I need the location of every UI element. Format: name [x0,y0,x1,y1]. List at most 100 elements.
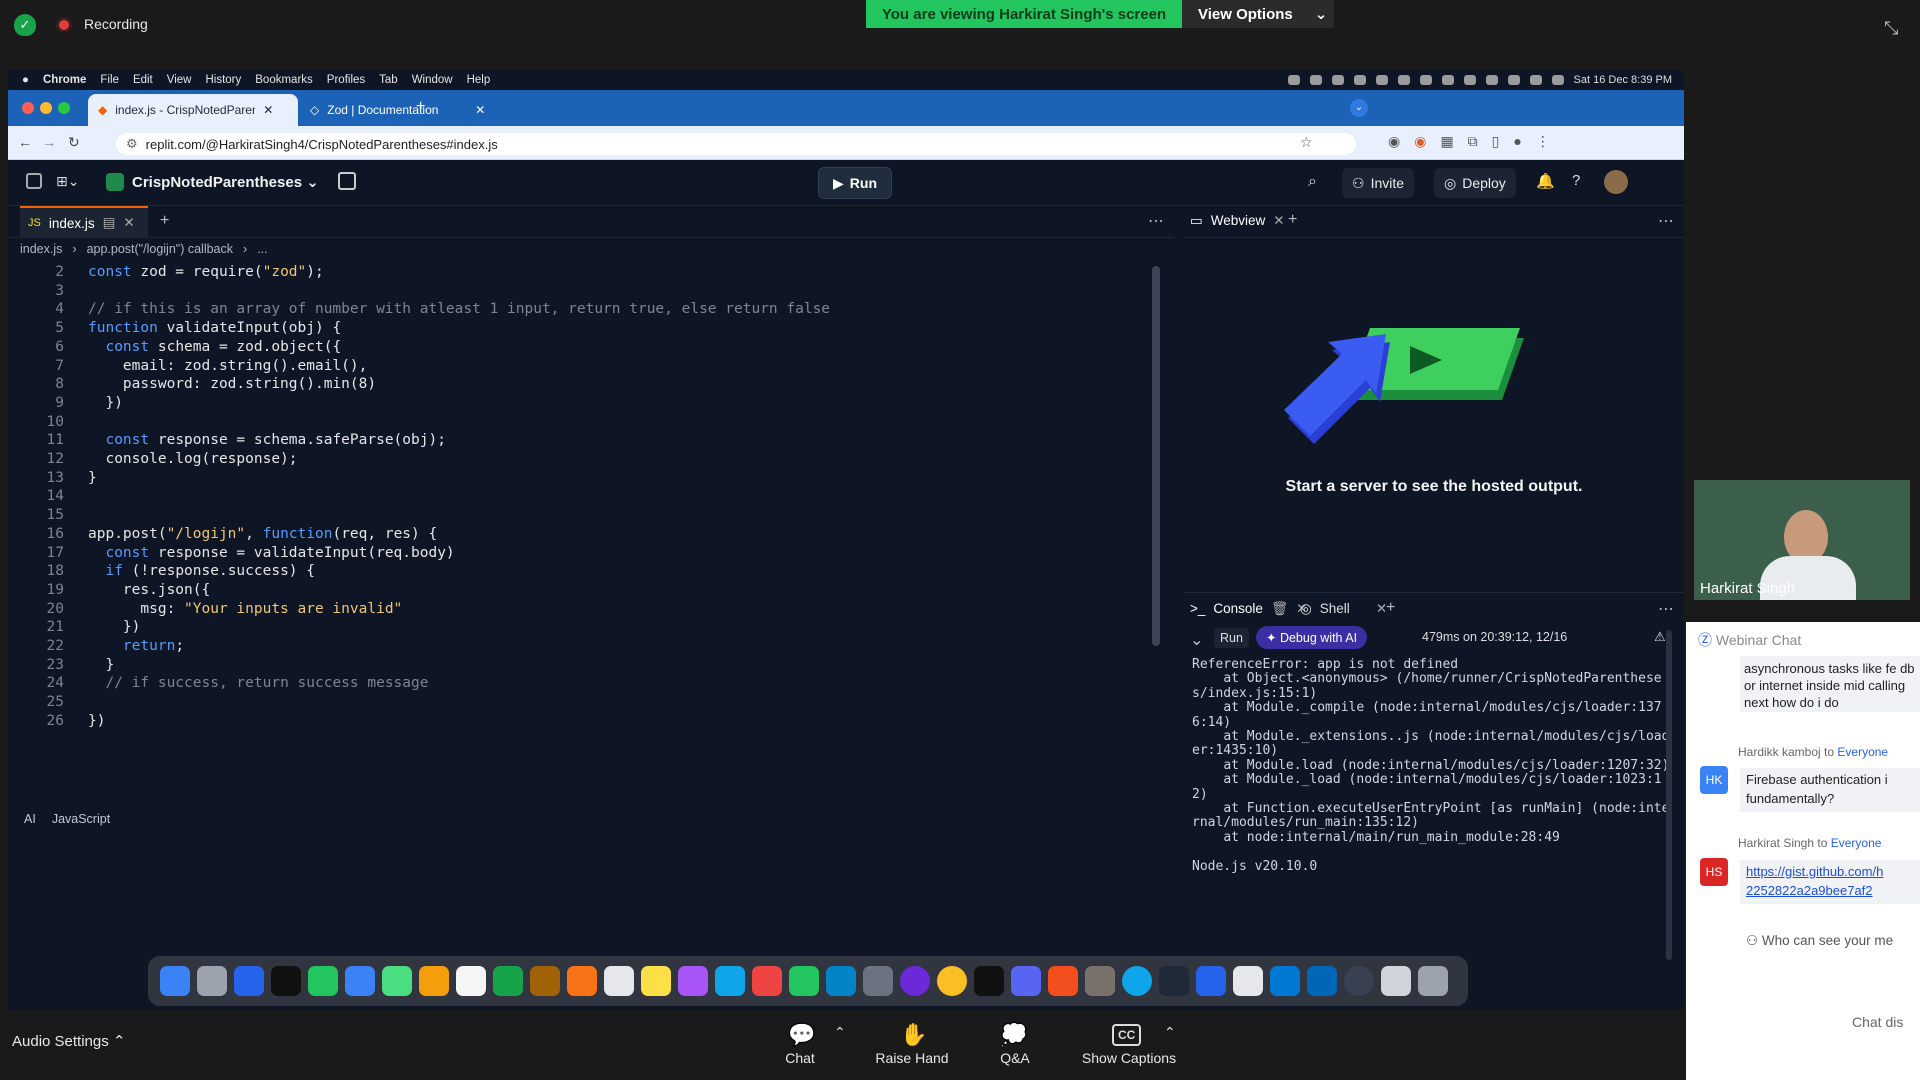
code-line[interactable]: function validateInput(obj) { [88,320,341,336]
launchpad-icon[interactable] [197,966,227,996]
status-icon[interactable] [1441,75,1454,85]
address-bar[interactable]: ⚙ replit.com/@HarkiratSingh4/CrispNotedP… [116,133,1356,155]
ai-status[interactable]: AI [24,812,36,826]
trash-icon[interactable] [1418,966,1448,996]
code-line[interactable]: msg: "Your inputs are invalid" [88,601,402,617]
music-icon[interactable] [752,966,782,996]
discord-icon[interactable] [1011,966,1041,996]
browser-tab-zod[interactable]: ◇ Zod | Documentation ✕ [300,94,500,126]
deploy-button[interactable]: ◎ Deploy [1434,168,1516,198]
console-scrollbar[interactable] [1666,630,1672,960]
app-store-icon[interactable] [826,966,856,996]
audio-settings-button[interactable]: Audio Settings ⌃ [12,1032,125,1050]
raise-hand-icon[interactable]: ✋ [900,1022,927,1048]
status-icon[interactable] [1419,75,1432,85]
new-pane-tab-icon[interactable]: + [1386,599,1395,617]
chevron-up-icon[interactable]: ⌃ [834,1024,846,1041]
back-icon[interactable]: ← [18,134,32,150]
settings-icon[interactable] [863,966,893,996]
photos-icon[interactable] [419,966,449,996]
chevron-up-icon[interactable]: ⌃ [1164,1024,1176,1041]
editor-scrollbar[interactable] [1152,266,1160,646]
sidebar-icon[interactable]: ▯ [1492,133,1500,150]
browser-tab-replit[interactable]: ◆ index.js - CrispNotedParenth ✕ [88,94,298,126]
chat-visibility[interactable]: ⚇ Who can see your me [1746,933,1893,949]
help-icon[interactable]: ? [1572,172,1580,189]
apple-tv-icon[interactable] [271,966,301,996]
close-tab-icon[interactable]: ✕ [475,103,485,117]
more-options-icon[interactable]: ⋯ [1658,211,1674,231]
status-icon[interactable] [1309,75,1322,85]
code-line[interactable]: const schema = zod.object({ [88,339,341,355]
captions-icon[interactable]: CC [1112,1024,1142,1046]
menu-item[interactable]: History [205,74,241,86]
status-icon[interactable] [1463,75,1476,85]
activity-icon[interactable] [1344,966,1374,996]
new-editor-tab-icon[interactable]: + [160,212,169,230]
code-line[interactable]: console.log(response); [88,451,297,467]
preview-icon[interactable] [1233,966,1263,996]
finder-icon[interactable] [160,966,190,996]
file-tab-index-js[interactable]: JS index.js ▤ ✕ [20,206,148,238]
profile-avatar[interactable]: ● [1513,133,1521,150]
qa-icon[interactable]: 💭 [1000,1022,1027,1048]
exit-fullscreen-icon[interactable]: ⤡ [1884,18,1898,39]
code-line[interactable]: // if success, return success message [88,675,428,691]
apple-icon[interactable]: ● [22,74,29,86]
code-line[interactable]: // if this is an array of number with at… [88,301,830,317]
chat-link[interactable]: https://gist.github.com/h 2252822a2a9bee… [1740,860,1920,904]
invite-button[interactable]: ⚇ Invite [1342,168,1415,198]
warning-icon[interactable]: ⚠ [1654,629,1666,645]
new-tab-icon[interactable]: + [416,98,425,116]
debug-with-ai-button[interactable]: ✦ Debug with AI [1256,626,1368,649]
breadcrumb-item[interactable]: ... [257,242,267,256]
telegram-icon[interactable] [1122,966,1152,996]
app-icon[interactable] [1085,966,1115,996]
breadcrumb-item[interactable]: app.post("/logijn") callback [87,242,233,256]
extension-icon[interactable]: ◉ [1414,133,1426,150]
tab-shell[interactable]: ◎ Shell ✕ [1300,601,1387,617]
status-icon[interactable] [1375,75,1388,85]
menu-clock[interactable]: Sat 16 Dec 8:39 PM [1574,74,1672,86]
code-line[interactable]: } [88,657,114,673]
menu-item[interactable]: Tab [379,74,398,86]
azure-icon[interactable] [1270,966,1300,996]
bookmark-star-icon[interactable]: ☆ [1300,134,1313,151]
code-line[interactable]: app.post("/logijn", function(req, res) { [88,526,437,542]
code-line[interactable]: } [88,470,97,486]
status-icon[interactable] [1397,75,1410,85]
extension-icon[interactable]: ◉ [1388,133,1400,150]
pages-icon[interactable] [567,966,597,996]
code-line[interactable]: res.json({ [88,582,210,598]
minimize-window-icon[interactable] [40,102,52,114]
menu-item[interactable]: View [167,74,192,86]
facetime-icon[interactable] [493,966,523,996]
code-line[interactable]: }) [88,713,105,729]
chrome-menu-icon[interactable]: ⋮ [1536,133,1550,150]
downloads-icon[interactable] [1381,966,1411,996]
spaces-icon[interactable]: ⊞⌄ [56,173,79,190]
more-options-icon[interactable]: ⋯ [1148,211,1164,231]
menu-item[interactable]: Chrome [43,74,86,86]
status-icon[interactable] [1485,75,1498,85]
podcasts-icon[interactable] [678,966,708,996]
menu-item[interactable]: File [100,74,119,86]
status-icon[interactable] [1331,75,1344,85]
search-icon[interactable]: ⌕ [1308,173,1317,191]
console-run-button[interactable]: Run [1214,628,1249,648]
code-line[interactable]: const zod = require("zod"); [88,264,324,280]
calendar-icon[interactable] [456,966,486,996]
vscode-icon[interactable] [1307,966,1337,996]
extension-icon[interactable]: ▦ [1440,133,1453,150]
mail-icon[interactable] [345,966,375,996]
run-button[interactable]: ▶ Run [818,167,892,199]
site-info-icon[interactable]: ⚙ [126,136,138,152]
reload-icon[interactable]: ↻ [68,134,80,151]
menu-item[interactable]: Edit [133,74,153,86]
language-status[interactable]: JavaScript [52,812,110,826]
status-icon[interactable] [1287,75,1300,85]
safari-icon[interactable] [234,966,264,996]
wifi-icon[interactable] [1507,75,1520,85]
project-name[interactable]: CrispNotedParentheses ⌄ [132,173,319,191]
show-captions-button[interactable]: Show Captions [1074,1050,1184,1066]
